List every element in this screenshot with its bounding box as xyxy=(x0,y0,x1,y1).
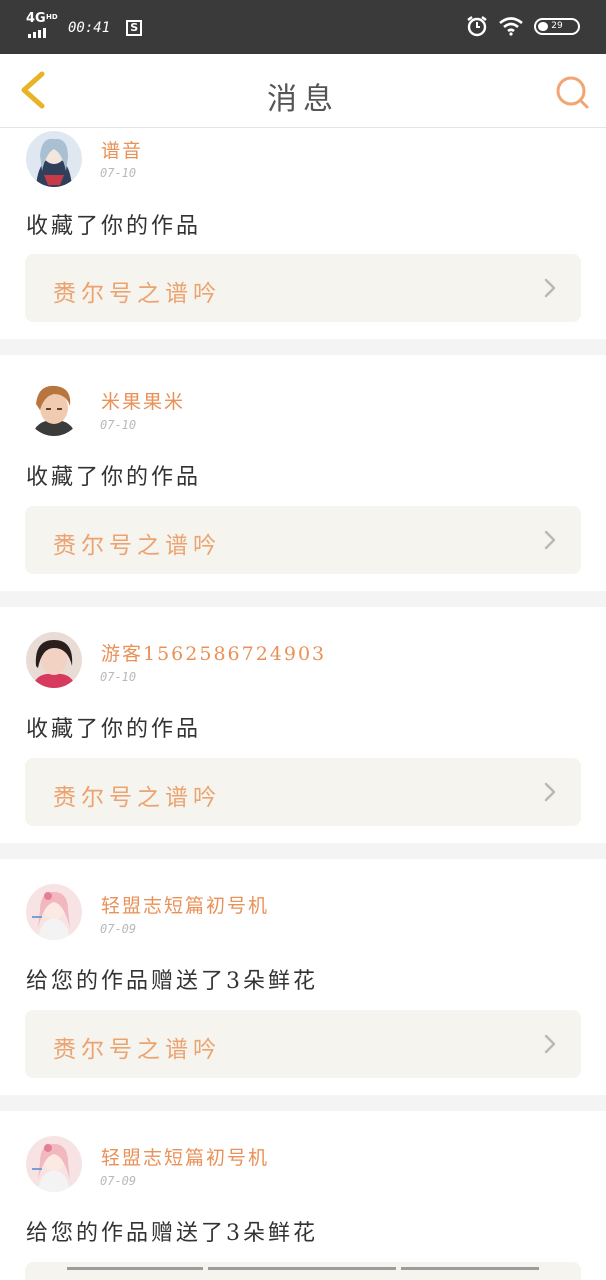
message-text: 收藏了你的作品 xyxy=(26,214,202,239)
avatar[interactable] xyxy=(26,632,82,688)
message-card: 谱音 07-10 收藏了你的作品 赉尔号之谱吟 xyxy=(0,128,606,339)
work-link[interactable]: 赉尔号之谱吟 xyxy=(25,1010,581,1078)
username[interactable]: 轻盟志短篇初号机 xyxy=(101,1143,269,1170)
message-text: 收藏了你的作品 xyxy=(26,465,202,490)
chevron-right-icon xyxy=(544,782,556,802)
avatar[interactable] xyxy=(26,380,82,436)
message-date: 07-10 xyxy=(100,670,137,684)
message-card: 轻盟志短篇初号机 07-09 给您的作品赠送了3朵鲜花 赉尔号之谱吟 xyxy=(0,859,606,1095)
work-title: 赉尔号之谱吟 xyxy=(53,533,221,559)
message-text: 给您的作品赠送了3朵鲜花 xyxy=(26,1221,318,1246)
work-link[interactable]: 赉尔号之谱吟 xyxy=(25,254,581,322)
signal-icon: 4G HD xyxy=(26,12,58,38)
work-link[interactable] xyxy=(25,1262,581,1280)
search-icon[interactable] xyxy=(554,74,590,110)
avatar[interactable] xyxy=(26,131,82,187)
username[interactable]: 谱音 xyxy=(101,136,143,163)
message-card: 轻盟志短篇初号机 07-09 给您的作品赠送了3朵鲜花 xyxy=(0,1111,606,1280)
message-list: 谱音 07-10 收藏了你的作品 赉尔号之谱吟 米果果米 07-10 收藏了你的… xyxy=(0,128,606,1280)
message-card: 游客1562586724903 07-10 收藏了你的作品 赉尔号之谱吟 xyxy=(0,607,606,843)
status-bar: 4G HD 00:41 S 29 xyxy=(0,0,606,54)
username[interactable]: 游客1562586724903 xyxy=(101,639,326,666)
s-app-icon: S xyxy=(126,20,143,36)
header-bar: 消息 xyxy=(0,54,606,128)
username[interactable]: 米果果米 xyxy=(101,387,185,414)
work-title: 赉尔号之谱吟 xyxy=(53,1037,221,1063)
clock: 00:41 xyxy=(68,20,111,36)
message-date: 07-10 xyxy=(100,418,137,432)
username[interactable]: 轻盟志短篇初号机 xyxy=(101,891,269,918)
alarm-icon xyxy=(467,16,487,37)
avatar[interactable] xyxy=(26,1136,82,1192)
work-link[interactable]: 赉尔号之谱吟 xyxy=(25,758,581,826)
message-card: 米果果米 07-10 收藏了你的作品 赉尔号之谱吟 xyxy=(0,355,606,591)
message-date: 07-10 xyxy=(100,166,137,180)
wifi-icon xyxy=(499,17,523,36)
avatar[interactable] xyxy=(26,884,82,940)
message-date: 07-09 xyxy=(100,922,137,936)
work-title: 赉尔号之谱吟 xyxy=(53,785,221,811)
battery-icon: 29 xyxy=(534,17,580,35)
message-text: 收藏了你的作品 xyxy=(26,717,202,742)
chevron-right-icon xyxy=(544,1034,556,1054)
work-title: 赉尔号之谱吟 xyxy=(53,281,221,307)
page-title: 消息 xyxy=(267,82,339,117)
chevron-right-icon xyxy=(544,530,556,550)
chevron-right-icon xyxy=(544,278,556,298)
message-text: 给您的作品赠送了3朵鲜花 xyxy=(26,969,318,994)
work-link[interactable]: 赉尔号之谱吟 xyxy=(25,506,581,574)
message-date: 07-09 xyxy=(100,1174,137,1188)
